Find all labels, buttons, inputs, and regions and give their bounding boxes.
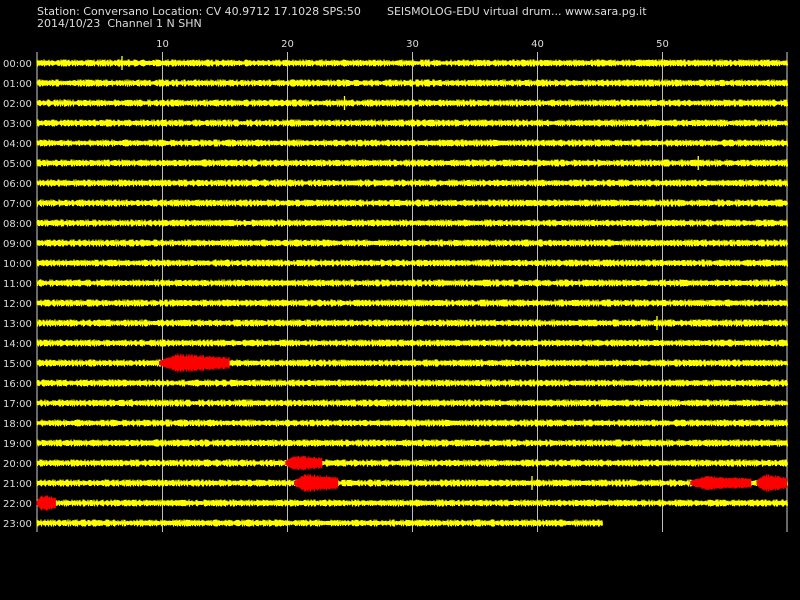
hour-label: 12:00 <box>3 299 32 310</box>
hour-trace <box>36 439 789 447</box>
hour-label: 14:00 <box>3 339 32 350</box>
hour-trace <box>36 299 789 307</box>
x-tick-label: 20 <box>281 39 294 50</box>
hour-trace <box>36 519 604 527</box>
hour-label: 00:00 <box>3 59 32 70</box>
hour-trace <box>36 219 789 227</box>
seismogram-drum-chart: 10 20 30 40 50 00:00 01:00 02:00 03:00 04:00 05:00… <box>3 39 789 532</box>
hour-label: 18:00 <box>3 419 32 430</box>
hour-label: 03:00 <box>3 119 32 130</box>
hour-label: 21:00 <box>3 479 32 490</box>
seismic-event <box>294 473 339 493</box>
hour-label: 01:00 <box>3 79 32 90</box>
hour-label: 04:00 <box>3 139 32 150</box>
hour-label: 07:00 <box>3 199 32 210</box>
seismic-event <box>756 474 788 492</box>
hour-trace <box>36 139 789 147</box>
hour-label: 13:00 <box>3 319 32 330</box>
hour-label: 23:00 <box>3 519 32 530</box>
x-tick-label: 30 <box>406 39 419 50</box>
hour-trace <box>36 339 789 347</box>
hour-label: 09:00 <box>3 239 32 250</box>
hour-label: 08:00 <box>3 219 32 230</box>
hour-label: 15:00 <box>3 359 32 370</box>
hour-label: 19:00 <box>3 439 32 450</box>
seismic-event <box>159 353 230 373</box>
hour-label: 10:00 <box>3 259 32 270</box>
hour-label: 06:00 <box>3 179 32 190</box>
hour-trace <box>36 319 789 327</box>
hour-label: 02:00 <box>3 99 32 110</box>
hour-label: 20:00 <box>3 459 32 470</box>
hour-label: 05:00 <box>3 159 32 170</box>
x-tick-label: 40 <box>531 39 544 50</box>
seismic-event <box>285 455 323 471</box>
seismic-event <box>690 476 752 490</box>
hour-trace <box>36 259 789 267</box>
hour-label: 11:00 <box>3 279 32 290</box>
hour-label: 17:00 <box>3 399 32 410</box>
hour-trace <box>36 159 789 167</box>
hour-label: 16:00 <box>3 379 32 390</box>
hour-label: 22:00 <box>3 499 32 510</box>
hour-trace <box>36 499 789 507</box>
x-tick-label: 50 <box>656 39 669 50</box>
hour-trace <box>36 99 789 107</box>
x-tick-label: 10 <box>156 39 169 50</box>
hour-trace <box>36 119 789 127</box>
seismic-event <box>36 495 56 511</box>
